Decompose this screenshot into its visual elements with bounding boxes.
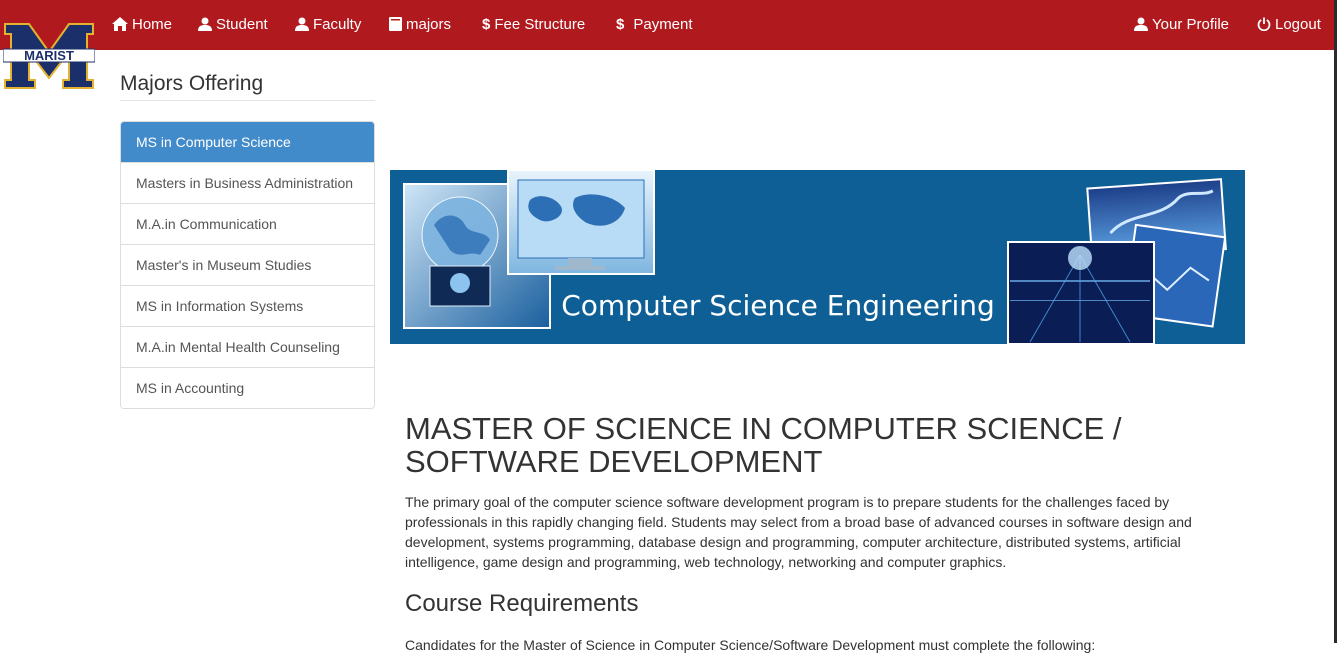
major-item-museum-studies[interactable]: Master's in Museum Studies (121, 244, 374, 285)
nav-your-profile[interactable]: Your Profile (1134, 0, 1229, 50)
banner-title: Computer Science Engineering (561, 289, 995, 322)
book-icon (389, 17, 402, 31)
nav-majors[interactable]: majors (389, 0, 451, 50)
power-icon (1257, 17, 1271, 32)
dollar-icon: $ (482, 16, 491, 33)
major-item-accounting[interactable]: MS in Accounting (121, 367, 374, 408)
nav-fee-structure[interactable]: $ Fee Structure (482, 0, 585, 50)
program-banner: Computer Science Engineering (390, 170, 1245, 344)
course-requirements-heading: Course Requirements (405, 590, 639, 617)
nav-home[interactable]: Home (112, 0, 172, 50)
major-item-business-administration[interactable]: Masters in Business Administration (121, 162, 374, 203)
top-navbar: Home Student Faculty majors $ Fee Structu… (0, 0, 1334, 50)
marist-logo[interactable]: MARIST (3, 22, 95, 90)
requirements-intro: Candidates for the Master of Science in … (405, 637, 1096, 653)
program-intro: The primary goal of the computer science… (405, 494, 1192, 570)
user-icon (1134, 17, 1148, 31)
program-content: MASTER OF SCIENCE IN COMPUTER SCIENCE / … (405, 412, 1225, 655)
majors-list: MS in Computer Science Masters in Busine… (120, 121, 375, 409)
dollar-icon: $ (616, 16, 625, 33)
nav-student[interactable]: Student (198, 0, 268, 50)
major-item-information-systems[interactable]: MS in Information Systems (121, 285, 374, 326)
user-icon (295, 17, 309, 31)
logo-text: MARIST (24, 48, 74, 63)
major-item-computer-science[interactable]: MS in Computer Science (121, 122, 374, 162)
major-item-communication[interactable]: M.A.in Communication (121, 203, 374, 244)
nav-faculty[interactable]: Faculty (295, 0, 361, 50)
major-item-mental-health-counseling[interactable]: M.A.in Mental Health Counseling (121, 326, 374, 367)
user-icon (198, 17, 212, 31)
program-heading: MASTER OF SCIENCE IN COMPUTER SCIENCE / … (405, 411, 1122, 479)
nav-payment[interactable]: $ Payment (616, 0, 693, 50)
sidebar-title: Majors Offering (120, 72, 375, 101)
home-icon (112, 17, 128, 31)
nav-logout[interactable]: Logout (1257, 0, 1321, 50)
